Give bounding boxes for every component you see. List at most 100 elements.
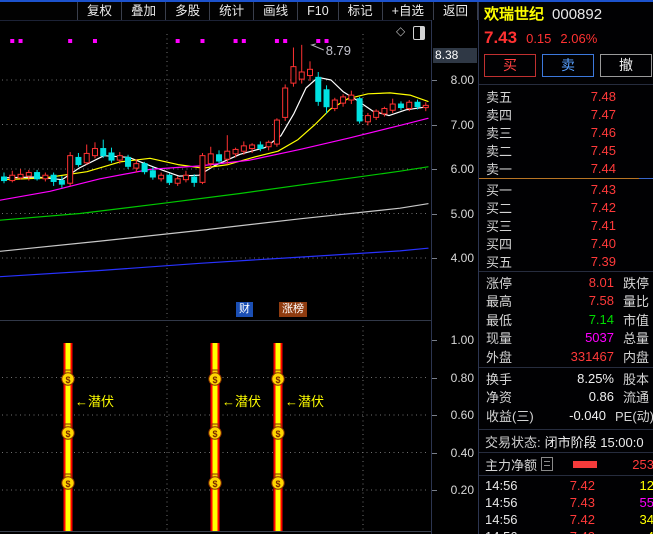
candlestick[interactable] xyxy=(34,169,41,181)
svg-text:$: $ xyxy=(275,429,280,439)
bid-row[interactable]: 买五 7.39 xyxy=(479,252,653,270)
ask-price: 7.44 xyxy=(590,160,616,176)
fin-label2: 股本 xyxy=(623,371,650,387)
ask-row[interactable]: 卖三 7.46 xyxy=(479,123,653,141)
menu-item-f10[interactable]: F10 xyxy=(297,2,338,20)
menu-item-back[interactable]: 返回 xyxy=(432,2,478,20)
ask-row[interactable]: 卖一 7.44 xyxy=(479,159,653,177)
candlestick[interactable] xyxy=(273,118,280,147)
candlestick[interactable] xyxy=(306,61,313,81)
buy-button[interactable]: 买 xyxy=(484,54,536,77)
rank-badge[interactable]: 涨榜 xyxy=(279,302,307,317)
signal-dot xyxy=(68,39,73,43)
candlestick[interactable] xyxy=(422,102,429,112)
candlestick[interactable] xyxy=(265,140,272,151)
candlestick[interactable] xyxy=(182,170,189,183)
ask-price: 7.48 xyxy=(590,88,616,104)
main-axis-label: 4.00 xyxy=(450,251,474,265)
cancel-button[interactable]: 撤 xyxy=(600,54,652,77)
candlestick[interactable] xyxy=(199,152,206,185)
candlestick[interactable] xyxy=(17,169,24,180)
menu-item-add-watchlist[interactable]: +自选 xyxy=(381,2,433,20)
ma-line-ma250 xyxy=(0,247,429,278)
sub-axis-label: 0.40 xyxy=(450,445,474,460)
menu-item-stats[interactable]: 统计 xyxy=(209,2,253,20)
candlestick[interactable] xyxy=(174,176,181,186)
candlestick-chart-canvas[interactable]: 8.79 xyxy=(0,20,430,322)
menu-item-overlay[interactable]: 叠加 xyxy=(121,2,165,20)
sub-axis-label: 1.00 xyxy=(450,333,474,347)
menu-item-restore[interactable]: 复权 xyxy=(77,2,121,20)
candlestick[interactable] xyxy=(166,173,173,186)
stat-label2: 市值 xyxy=(623,312,650,328)
candlestick[interactable] xyxy=(282,84,289,121)
candlestick[interactable] xyxy=(397,101,404,111)
trade-time: 14:56 xyxy=(485,478,518,493)
bid-row[interactable]: 买二 7.42 xyxy=(479,198,653,216)
menu-item-mark[interactable]: 标记 xyxy=(337,2,382,20)
ask-row[interactable]: 卖四 7.47 xyxy=(479,105,653,123)
candlestick[interactable] xyxy=(75,152,82,167)
indicator-panel-canvas[interactable]: $ $ $ ←潜伏 $ $ $ ←潜伏 $ $ $ ←潜伏 xyxy=(0,322,430,534)
candlestick[interactable] xyxy=(216,150,223,164)
signal-dot xyxy=(233,39,238,43)
ask-label: 卖二 xyxy=(486,143,513,159)
candlestick[interactable] xyxy=(373,109,380,121)
candlestick[interactable] xyxy=(315,71,322,106)
candlestick[interactable] xyxy=(1,172,7,184)
candlestick[interactable] xyxy=(356,96,363,124)
main-capital-flow: 主力净额 253 xyxy=(479,454,653,474)
candlestick[interactable] xyxy=(191,174,198,187)
stat-label: 外盘 xyxy=(486,349,513,365)
candlestick[interactable] xyxy=(158,172,165,182)
bid-row[interactable]: 买三 7.41 xyxy=(479,216,653,234)
trade-time: 14:56 xyxy=(485,512,518,527)
stat-label: 最低 xyxy=(486,312,513,328)
signal-bar[interactable]: $ $ $ ←潜伏 xyxy=(61,343,114,531)
candlestick[interactable] xyxy=(50,172,57,186)
trade-volume: 4 xyxy=(647,529,653,534)
svg-text:$: $ xyxy=(212,429,217,439)
candlestick[interactable] xyxy=(389,98,396,113)
candlestick[interactable] xyxy=(331,97,338,112)
flow-bar xyxy=(573,460,598,468)
menu-item-multistock[interactable]: 多股 xyxy=(165,2,209,20)
candlestick[interactable] xyxy=(9,170,16,183)
bid-row[interactable]: 买四 7.40 xyxy=(479,234,653,252)
signal-dot xyxy=(10,39,15,43)
candlestick[interactable] xyxy=(91,142,98,159)
candlestick[interactable] xyxy=(298,44,305,84)
note-icon[interactable] xyxy=(541,457,554,471)
sub-chart-svg[interactable]: $ $ $ ←潜伏 $ $ $ ←潜伏 $ $ $ ←潜伏 xyxy=(0,322,430,534)
signal-bar[interactable]: $ $ $ ←潜伏 xyxy=(271,343,324,531)
candlestick[interactable] xyxy=(348,90,355,105)
main-flow-value: 253 xyxy=(632,456,653,472)
candlestick[interactable] xyxy=(340,94,347,107)
candlestick[interactable] xyxy=(364,112,371,126)
candlestick[interactable] xyxy=(141,161,148,175)
finance-badge[interactable]: 财 xyxy=(236,302,253,317)
stat-value: 331467 xyxy=(570,348,614,364)
signal-dot xyxy=(316,39,321,43)
candlestick[interactable] xyxy=(108,147,115,163)
sell-button[interactable]: 卖 xyxy=(542,54,594,77)
candlestick[interactable] xyxy=(83,144,90,165)
ask-row[interactable]: 卖二 7.45 xyxy=(479,141,653,159)
candlestick[interactable] xyxy=(100,139,107,158)
bid-row[interactable]: 买一 7.43 xyxy=(479,180,653,198)
ask-row[interactable]: 卖五 7.48 xyxy=(479,87,653,105)
bid-queue: 买一 7.43 买二 7.42 买三 7.41 买四 7.40 买五 7.39 xyxy=(479,180,653,270)
main-chart-svg[interactable]: 8.79 xyxy=(0,20,430,322)
ask-label: 卖三 xyxy=(486,125,513,141)
main-axis-label: 8.00 xyxy=(450,73,474,87)
candlestick[interactable] xyxy=(67,152,74,186)
candlestick[interactable] xyxy=(323,85,330,114)
fin-label2: 流通 xyxy=(623,390,650,406)
menu-item-drawline[interactable]: 画线 xyxy=(253,2,297,20)
candlestick[interactable] xyxy=(42,172,49,182)
stat-label: 现量 xyxy=(486,331,513,347)
signal-bar[interactable]: $ $ $ ←潜伏 xyxy=(208,343,261,531)
axis-top-label: 8.38 xyxy=(433,48,477,63)
stat-label: 涨停 xyxy=(486,275,513,291)
candlestick[interactable] xyxy=(290,47,297,87)
